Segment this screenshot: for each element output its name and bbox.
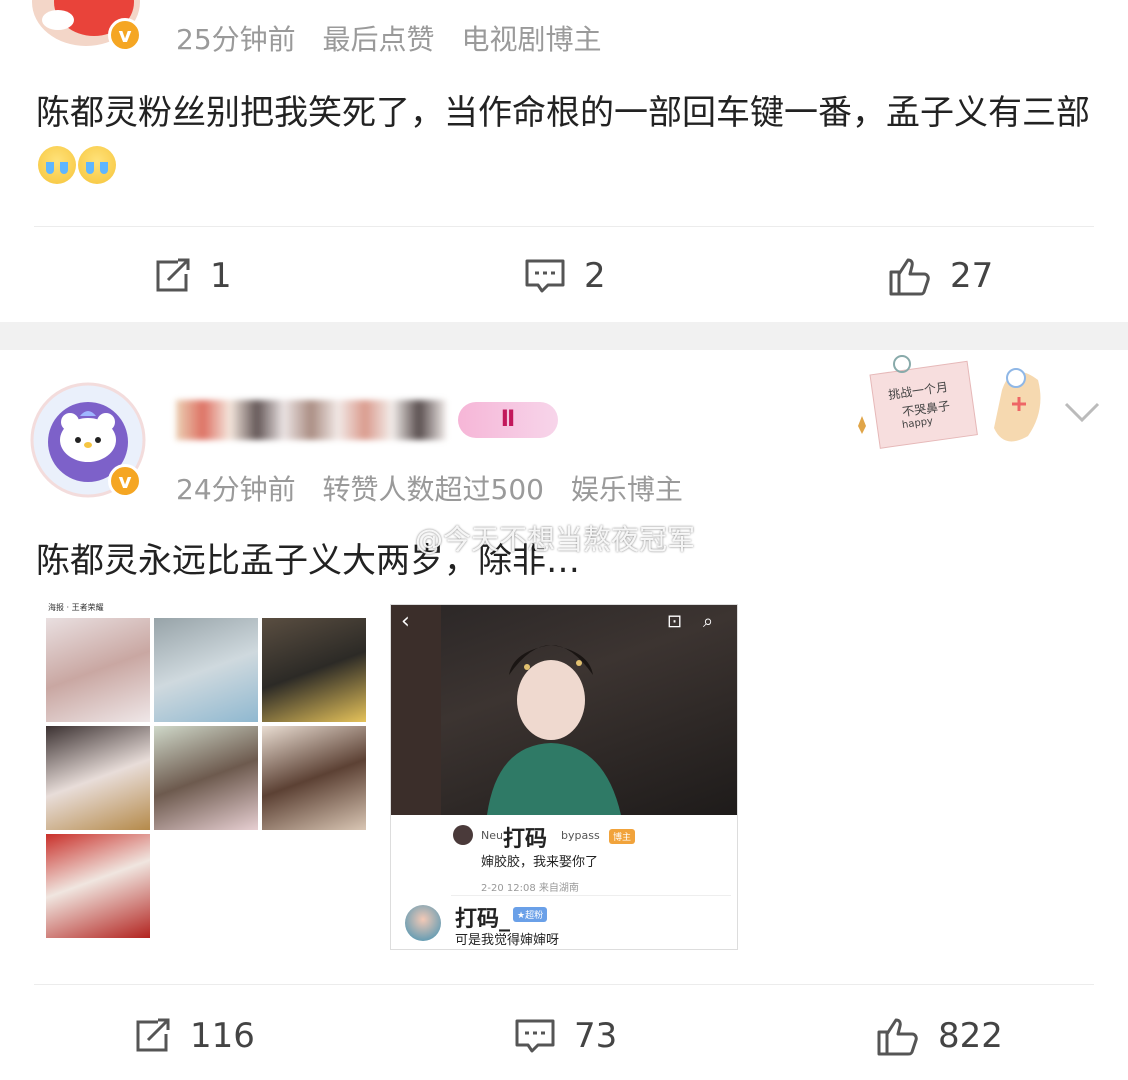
- post-stat: 转赞人数超过500: [322, 473, 544, 506]
- post-separator: [0, 322, 1128, 350]
- comment-count: 2: [584, 256, 606, 296]
- repost-icon: [136, 1018, 170, 1052]
- divider: [34, 226, 1094, 227]
- author-role: 电视剧博主: [461, 23, 602, 56]
- comment-time: 2-20 12:08 来自湖南: [481, 883, 579, 894]
- thumbs-up-icon: [877, 1018, 918, 1056]
- comment-text: 可是我觉得婶婶呀: [455, 933, 560, 948]
- comment-button[interactable]: 2: [524, 246, 606, 306]
- post-time: 24分钟前: [176, 473, 296, 506]
- comment-name-suffix: bypass: [561, 829, 600, 842]
- verified-badge-icon: v: [108, 18, 142, 52]
- member-badge: Ⅱ: [458, 402, 558, 438]
- post-text: 陈都灵粉丝别把我笑死了，当作命根的一部回车键一番，孟子义有三部: [36, 93, 1090, 133]
- grid-photo[interactable]: [262, 726, 366, 830]
- username-redacted[interactable]: [176, 400, 446, 440]
- post-card-1: 好 v 25分钟前 最后点赞 电视剧博主 陈都灵粉丝别把我笑死了，当作命根的一部…: [0, 0, 1128, 322]
- post-content: 陈都灵粉丝别把我笑死了，当作命根的一部回车键一番，孟子义有三部: [36, 86, 1096, 194]
- svg-text:好: 好: [102, 0, 128, 1]
- search-icon[interactable]: ⌕: [703, 611, 713, 632]
- repost-icon: [156, 258, 190, 292]
- avatar: [405, 905, 441, 941]
- grid-header: 海报 · 王者荣耀: [48, 603, 104, 612]
- like-count: 822: [938, 1016, 1003, 1056]
- crying-emoji-icon: [38, 146, 76, 184]
- drama-photo: [391, 605, 737, 815]
- post-meta: 24分钟前 转赞人数超过500 娱乐博主: [176, 468, 701, 508]
- crying-emoji-icon: [78, 146, 116, 184]
- avatar: [453, 825, 473, 845]
- like-count: 27: [950, 256, 994, 296]
- like-button[interactable]: 27: [888, 246, 993, 306]
- grid-photo[interactable]: [46, 834, 150, 938]
- divider: [34, 984, 1094, 985]
- blogger-tag: 博主: [609, 829, 636, 844]
- comment-text: 婶胶胶，我来娶你了: [481, 855, 599, 870]
- post-card-2: v Ⅱ 挑战一个月 不哭鼻子 happy 24分钟前 转赞人数超过500 娱乐博…: [0, 350, 1128, 1080]
- comment-name: 打码: [503, 827, 548, 852]
- screenshot-image[interactable]: ‹ ⊡ ⌕ Neu 打码 bypass 博主 婶胶胶，我来娶你了 2-20 12…: [390, 604, 738, 950]
- image-search-icon[interactable]: ⊡: [667, 611, 682, 632]
- back-icon[interactable]: ‹: [401, 609, 410, 634]
- comment-item: 打码_ ★超粉 可是我觉得婶婶呀: [391, 899, 737, 949]
- comment-icon: [515, 1019, 555, 1053]
- fan-tag: ★超粉: [513, 907, 548, 922]
- repost-count: 1: [210, 256, 232, 296]
- action-bar: 1 2 27: [0, 246, 1128, 306]
- post-time: 25分钟前: [176, 23, 296, 56]
- comment-count: 73: [574, 1016, 618, 1056]
- post-meta: 25分钟前 最后点赞 电视剧博主: [176, 18, 619, 58]
- author-role: 娱乐博主: [570, 473, 683, 506]
- watermark: @今天不想当熬夜冠军: [415, 523, 696, 556]
- like-note: 最后点赞: [322, 23, 435, 56]
- like-button[interactable]: 822: [876, 1006, 1003, 1066]
- grid-photo[interactable]: [154, 618, 258, 722]
- comment-button[interactable]: 73: [514, 1006, 617, 1066]
- grid-photo[interactable]: [262, 618, 366, 722]
- grid-photo[interactable]: [46, 726, 150, 830]
- action-bar: 116 73 822: [0, 1006, 1128, 1066]
- repost-count: 116: [190, 1016, 255, 1056]
- repost-button[interactable]: 116: [132, 1006, 255, 1066]
- chevron-down-icon: [1064, 402, 1100, 423]
- comment-name-prefix: Neu: [481, 829, 503, 842]
- decoration-sticker: 挑战一个月 不哭鼻子 happy: [852, 350, 1048, 454]
- repost-button[interactable]: 1: [152, 246, 232, 306]
- image-grid[interactable]: 海报 · 王者荣耀: [46, 603, 366, 940]
- verified-badge-icon: v: [108, 464, 142, 498]
- divider: [451, 895, 731, 896]
- comment-icon: [525, 259, 565, 293]
- thumbs-up-icon: [889, 258, 930, 296]
- more-options-button[interactable]: [1062, 400, 1102, 428]
- grid-photo[interactable]: [154, 726, 258, 830]
- grid-photo[interactable]: [46, 618, 150, 722]
